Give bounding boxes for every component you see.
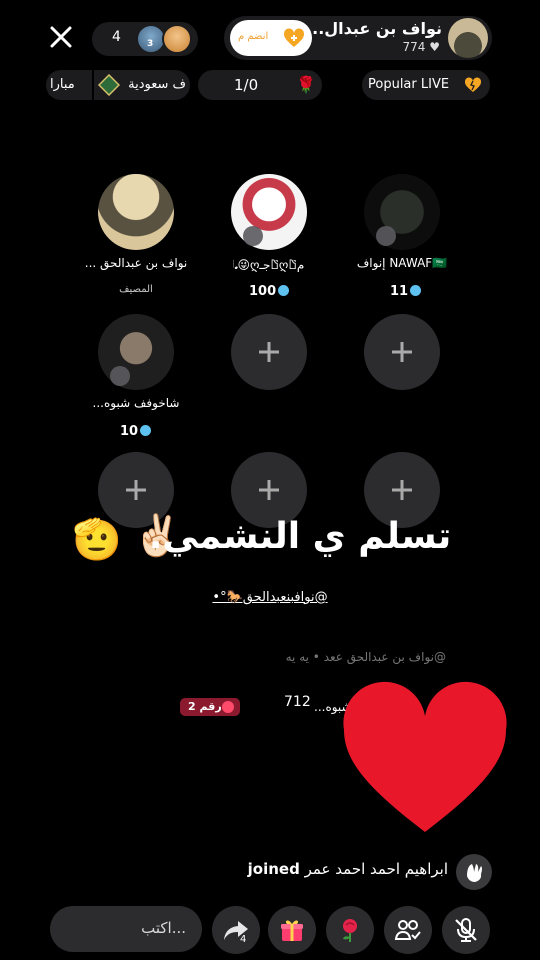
seat-name: م𐀃ღ𐀃جـ𝅘𝅥😜ღ	[233, 258, 305, 272]
mic-off-icon	[110, 366, 130, 386]
share-button[interactable]: 4	[212, 906, 260, 954]
viewer-list[interactable]: 4 3	[92, 22, 198, 56]
join-label: انضم م	[238, 31, 269, 42]
rose-icon	[343, 919, 357, 942]
room-tag-label: ف سعودية	[128, 77, 186, 92]
saluting-face-emoji: 🫡	[72, 517, 122, 563]
room-tag-left: مبارا	[50, 77, 75, 92]
rose-icon: 🌹	[296, 75, 316, 94]
seat-subtitle: المصيف	[119, 284, 153, 295]
room-tag[interactable]: مبارا ف سعودية	[46, 70, 190, 100]
sticker-handle[interactable]: @نوافبنعبدالحق🐎°•	[180, 590, 360, 605]
clock-icon	[222, 701, 234, 713]
gift-button[interactable]	[268, 906, 316, 954]
mic-toggle-button[interactable]	[442, 906, 490, 954]
seat-name: نواف بن عبدالحق ...	[84, 256, 188, 270]
mic-off-icon	[455, 918, 477, 942]
join-notification-text: ابراهيم احمد احمد عمر joined	[247, 860, 448, 878]
plus-icon	[126, 480, 146, 500]
seat-score: 100	[249, 284, 290, 299]
viewer-rank-badge: 3	[147, 39, 154, 49]
broken-heart-icon	[464, 77, 482, 92]
close-icon	[50, 26, 72, 48]
heart-plus-icon	[283, 28, 305, 47]
people-icon	[394, 920, 421, 940]
diamond-icon	[278, 285, 290, 296]
plus-icon	[259, 480, 279, 500]
diamond-icon	[410, 285, 422, 296]
popular-live-button[interactable]: Popular LIVE	[362, 70, 490, 100]
comment-input[interactable]: اكتب...	[50, 906, 202, 952]
viewer-count: 4	[112, 29, 121, 45]
host-likes: 774 ♥	[402, 40, 441, 54]
seat-name: NAWAF🇸🇦 إنواف	[356, 256, 448, 270]
popular-live-label: Popular LIVE	[368, 77, 450, 92]
mic-off-icon	[243, 226, 263, 246]
plus-icon	[259, 342, 279, 362]
comment-placeholder: اكتب...	[141, 919, 186, 937]
rank-badge: رقم 2	[180, 698, 240, 716]
score-label: 1/0	[234, 76, 259, 94]
join-button[interactable]: انضم م	[230, 20, 312, 56]
seat-avatar	[98, 174, 174, 250]
heart-animation-icon	[343, 681, 507, 832]
chat-message-faded: @نواف بن عبدالحق ععد • يه يه	[285, 650, 446, 664]
guests-button[interactable]	[384, 906, 432, 954]
seat-name: شاخوفف شبوه...	[92, 396, 180, 410]
sticker-text: تسلم ي النشمي.	[148, 516, 452, 557]
divider	[92, 70, 94, 100]
rank-number: 712	[284, 694, 311, 710]
plus-icon	[392, 480, 412, 500]
viewer-avatar[interactable]	[162, 24, 192, 54]
host-name: نواف بن عبدال..	[312, 19, 442, 38]
pk-score[interactable]: 1/0 🌹	[198, 70, 322, 100]
plus-icon	[392, 342, 412, 362]
share-count: 4	[240, 934, 247, 945]
waving-hand-icon[interactable]	[456, 854, 492, 890]
mic-off-icon	[376, 226, 396, 246]
diamond-icon	[98, 74, 120, 96]
close-button[interactable]	[46, 22, 76, 52]
heart-icon: ♥	[429, 40, 440, 54]
seat-score: 10	[120, 424, 152, 439]
seat-score: 11	[390, 284, 422, 299]
rose-gift-button[interactable]	[326, 906, 374, 954]
host-avatar[interactable]	[448, 18, 488, 58]
diamond-icon	[140, 425, 152, 436]
gift-icon	[281, 920, 303, 941]
host-profile[interactable]: انضم م نواف بن عبدال.. 774 ♥	[224, 16, 492, 60]
